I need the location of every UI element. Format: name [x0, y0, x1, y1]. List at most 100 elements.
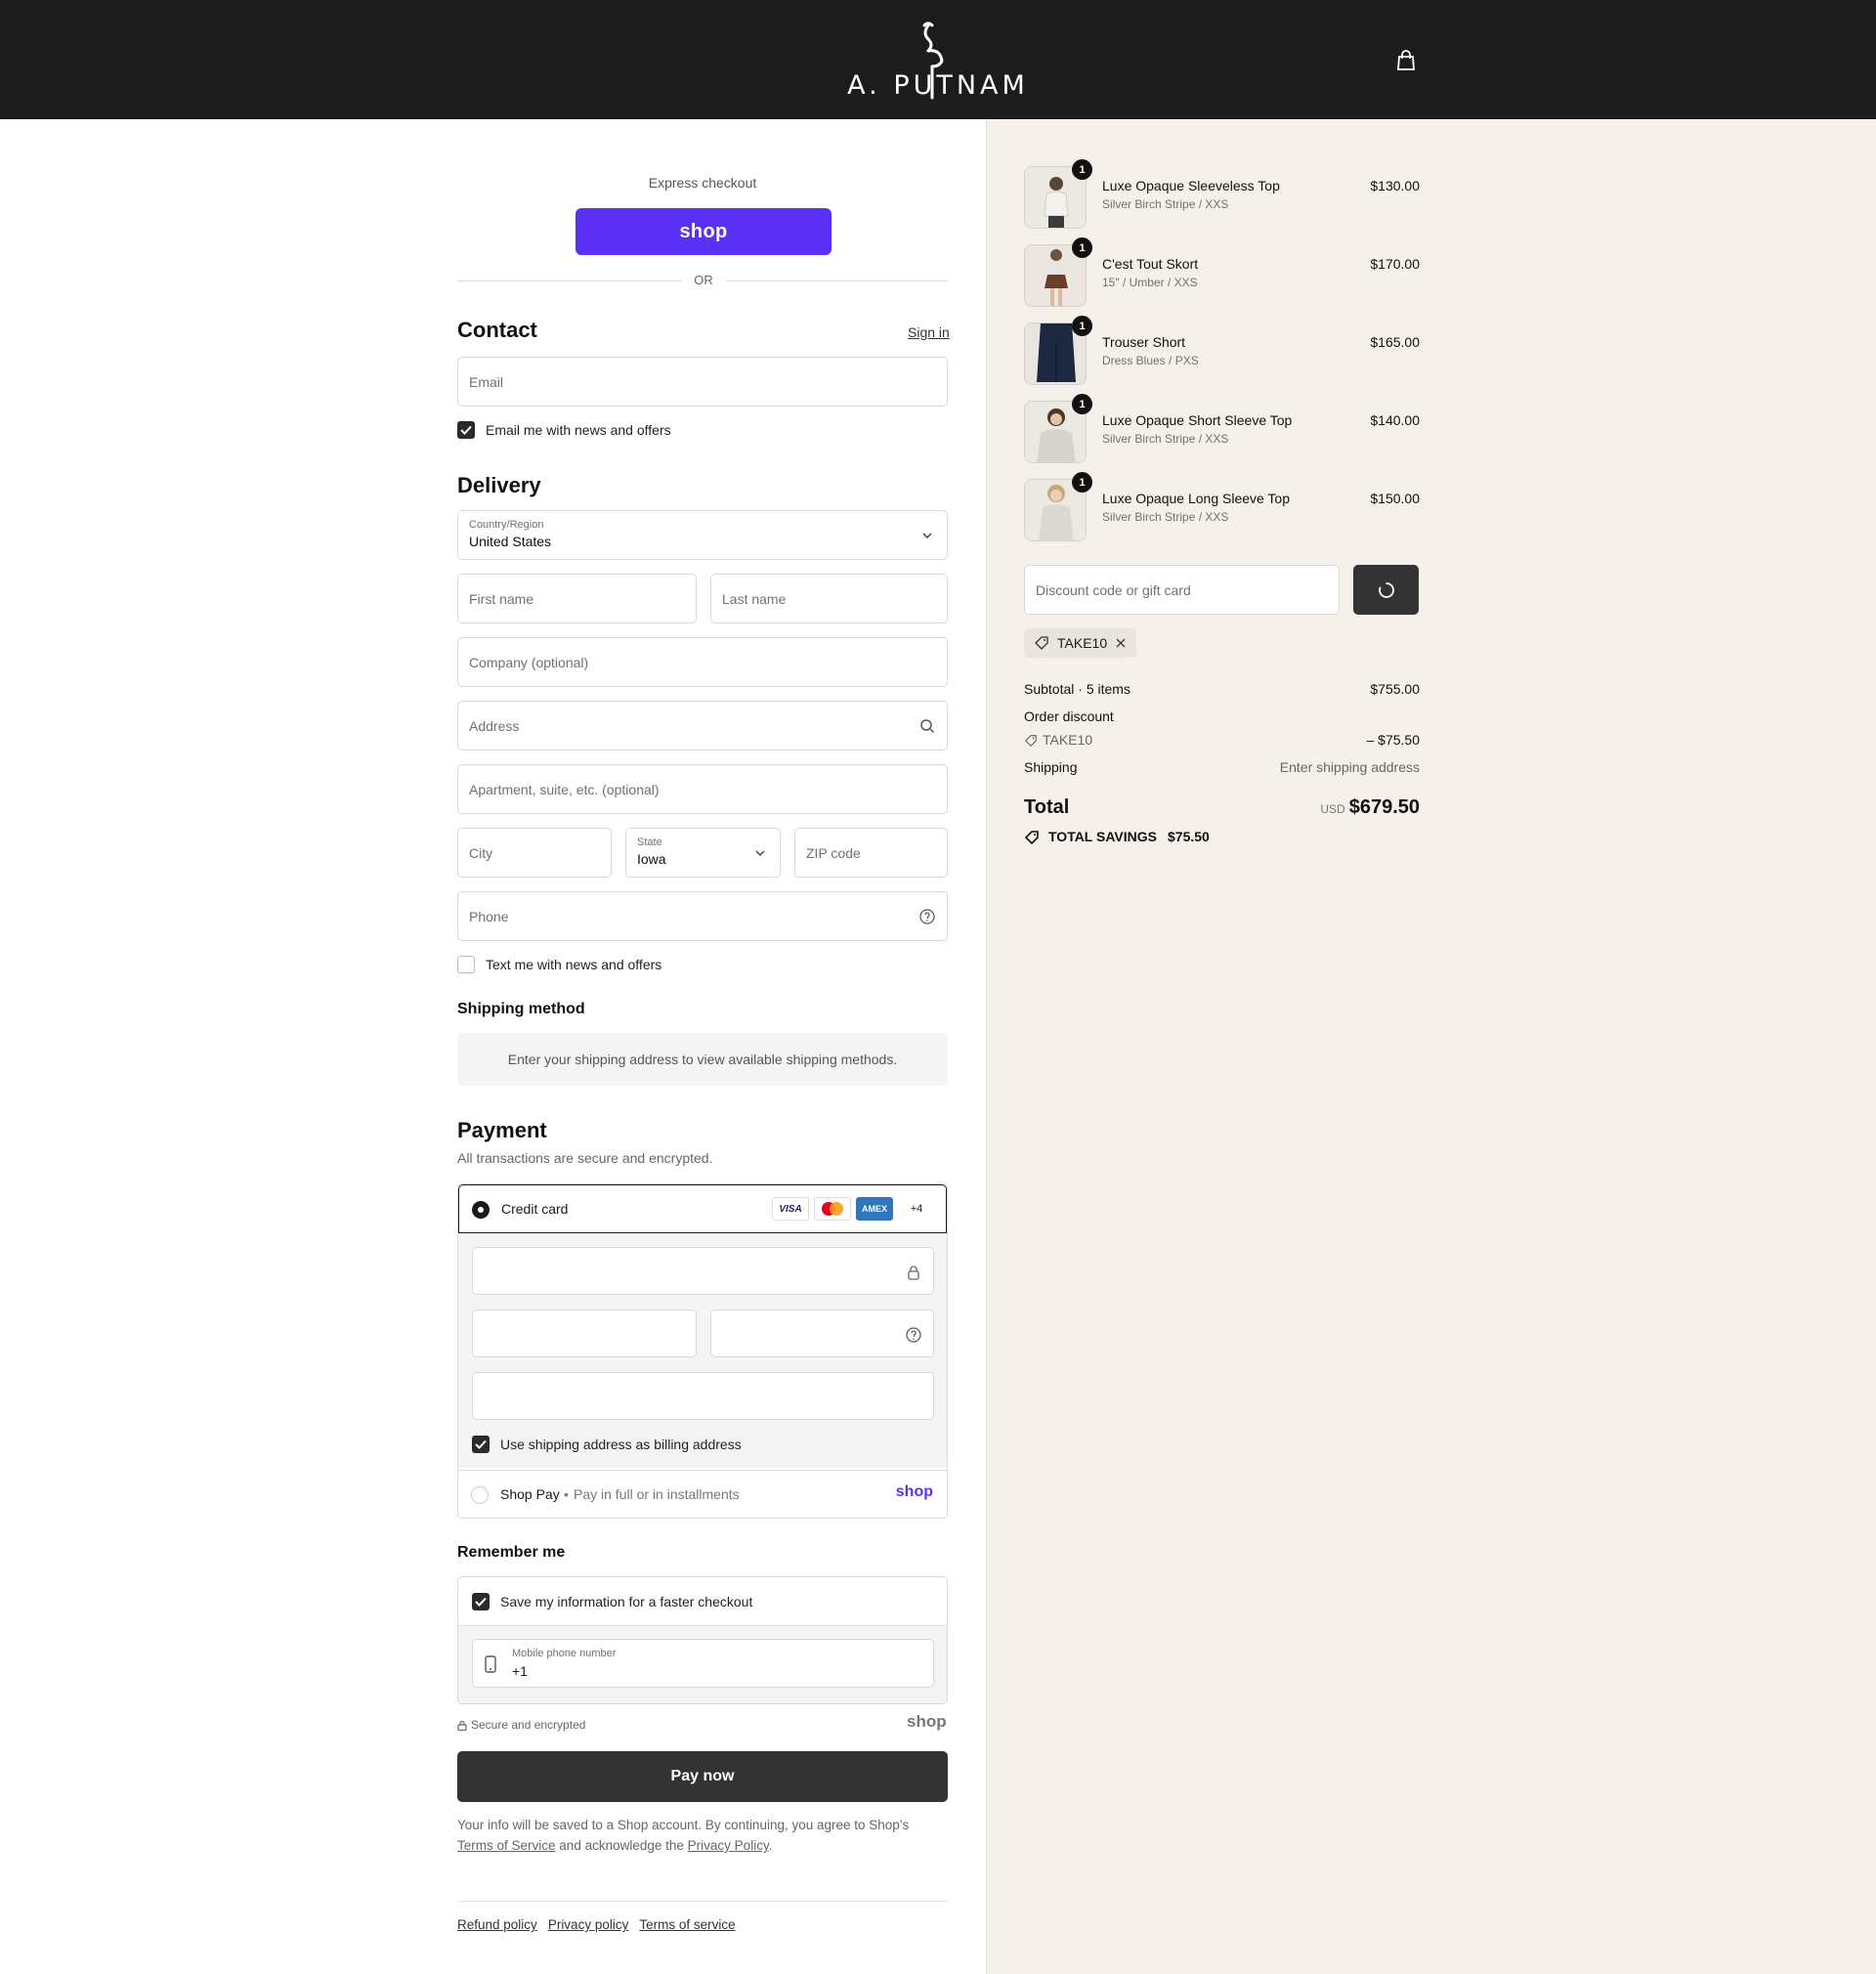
legal-text: and acknowledge the [559, 1838, 684, 1853]
country-value: United States [469, 534, 552, 549]
search-icon [920, 719, 935, 734]
quantity-badge: 1 [1072, 237, 1092, 258]
line-item: 1 Luxe Opaque Sleeveless Top Silver Birc… [1024, 159, 1420, 233]
shop-pay-radio[interactable] [471, 1486, 489, 1504]
order-discount-label: Order discount [1024, 708, 1114, 724]
item-price: $130.00 [1370, 178, 1420, 193]
credit-card-option[interactable]: Credit card VISA AMEX +4 [458, 1184, 947, 1233]
check-icon [460, 425, 472, 435]
total-savings-label: TOTAL SAVINGS [1048, 829, 1157, 844]
credit-card-radio[interactable] [472, 1201, 490, 1219]
apartment-field[interactable]: Apartment, suite, etc. (optional) [457, 764, 948, 814]
quantity-badge: 1 [1072, 472, 1092, 493]
city-field[interactable]: City [457, 828, 612, 878]
billing-address-checkbox[interactable] [472, 1436, 490, 1453]
item-price: $150.00 [1370, 491, 1420, 506]
city-placeholder: City [469, 845, 493, 861]
email-field[interactable]: Email [457, 357, 948, 407]
brand-name: A. PUTNAM [847, 70, 1029, 101]
privacy-policy-link[interactable]: Privacy policy [548, 1917, 629, 1932]
company-field[interactable]: Company (optional) [457, 637, 948, 687]
shop-pay-description: Pay in full or in installments [574, 1486, 740, 1502]
footer-links: Refund policy Privacy policy Terms of serv… [457, 1917, 746, 1932]
close-icon[interactable] [1115, 637, 1127, 649]
discount-code-field[interactable]: Discount code or gift card [1024, 565, 1340, 615]
tag-icon [1024, 831, 1039, 845]
total-row: Total USD $679.50 [1024, 796, 1420, 826]
zip-field[interactable]: ZIP code [794, 828, 948, 878]
terms-of-service-link[interactable]: Terms of service [639, 1917, 735, 1932]
first-name-field[interactable]: First name [457, 574, 697, 623]
shop-pay-express-button[interactable]: shop [576, 208, 831, 255]
phone-field[interactable]: Phone [457, 891, 948, 941]
payment-title: Payment [457, 1118, 547, 1142]
name-on-card-field[interactable] [472, 1372, 934, 1420]
secure-encrypted-label: Secure and encrypted [471, 1718, 586, 1732]
line-item: 1 C'est Tout Skort 15" / Umber / XXS $17… [1024, 237, 1420, 311]
item-price: $165.00 [1370, 334, 1420, 350]
apply-discount-button[interactable] [1353, 565, 1419, 615]
discount-code-label: TAKE10 [1043, 732, 1093, 748]
shop-pay-option[interactable]: Shop Pay • Pay in full or in installment… [458, 1470, 947, 1518]
address-field[interactable]: Address [457, 701, 948, 751]
last-name-field[interactable]: Last name [710, 574, 948, 623]
expiry-field[interactable] [472, 1309, 697, 1357]
subtotal-value: $755.00 [1370, 681, 1420, 697]
visa-icon: VISA [772, 1197, 809, 1221]
legal-text: . [768, 1838, 773, 1853]
save-info-label: Save my information for a faster checkou… [500, 1594, 753, 1609]
line-item: 1 Luxe Opaque Short Sleeve Top Silver Bi… [1024, 394, 1420, 467]
brand-logo[interactable]: A. PUTNAM [842, 20, 1034, 102]
legal-notice: Your info will be saved to a Shop accoun… [457, 1815, 948, 1856]
payment-options: Credit card VISA AMEX +4 Use shipping ad… [457, 1183, 948, 1519]
shipping-value: Enter shipping address [1279, 759, 1420, 775]
shop-terms-link[interactable]: Terms of Service [457, 1838, 556, 1853]
order-discount-row: Order discount [1024, 708, 1420, 724]
pay-now-button[interactable]: Pay now [457, 1751, 948, 1802]
tag-icon [1024, 735, 1037, 748]
loading-spinner-icon [1378, 581, 1394, 598]
item-variant: 15" / Umber / XXS [1102, 276, 1198, 289]
remember-me-box: Save my information for a faster checkou… [457, 1576, 948, 1704]
total-label: Total [1024, 796, 1070, 818]
state-select[interactable]: State Iowa [625, 828, 781, 878]
email-news-checkbox[interactable] [457, 421, 475, 439]
apartment-placeholder: Apartment, suite, etc. (optional) [469, 782, 660, 797]
sign-in-link[interactable]: Sign in [908, 324, 950, 340]
item-variant: Dress Blues / PXS [1102, 354, 1199, 367]
save-info-checkbox[interactable] [472, 1593, 490, 1610]
phone-placeholder: Phone [469, 909, 509, 924]
payment-subtitle: All transactions are secure and encrypte… [457, 1150, 713, 1166]
quantity-badge: 1 [1072, 316, 1092, 336]
express-checkout-label: Express checkout [648, 175, 757, 191]
mobile-phone-field[interactable]: Mobile phone number +1 [472, 1639, 934, 1688]
applied-discount-chip: TAKE10 [1024, 628, 1137, 658]
total-value: $679.50 [1348, 796, 1420, 818]
lock-icon [908, 1266, 919, 1280]
mastercard-icon [814, 1197, 851, 1221]
quantity-badge: 1 [1072, 159, 1092, 180]
security-code-field[interactable] [710, 1309, 934, 1357]
help-icon[interactable] [906, 1327, 921, 1343]
text-news-checkbox[interactable] [457, 956, 475, 973]
shipping-method-title: Shipping method [457, 1001, 585, 1017]
item-name: Trouser Short [1102, 334, 1186, 350]
card-number-field[interactable] [472, 1247, 934, 1295]
lock-icon [457, 1720, 467, 1731]
text-news-label: Text me with news and offers [486, 957, 662, 972]
help-icon[interactable] [919, 909, 935, 924]
credit-card-form: Use shipping address as billing address [458, 1233, 947, 1468]
or-label: OR [681, 273, 726, 287]
legal-text: Your info will be saved to a Shop accoun… [457, 1818, 910, 1832]
billing-address-label: Use shipping address as billing address [500, 1437, 742, 1452]
last-name-placeholder: Last name [722, 591, 787, 607]
mobile-section: Mobile phone number +1 [458, 1625, 947, 1703]
contact-title: Contact [457, 318, 537, 342]
shopping-bag-icon[interactable] [1395, 49, 1417, 72]
order-summary-panel [986, 119, 1876, 1974]
shop-privacy-link[interactable]: Privacy Policy [688, 1838, 769, 1853]
tag-icon [1035, 636, 1048, 650]
item-price: $170.00 [1370, 256, 1420, 272]
refund-policy-link[interactable]: Refund policy [457, 1917, 537, 1932]
country-select[interactable]: Country/Region United States [457, 510, 948, 560]
